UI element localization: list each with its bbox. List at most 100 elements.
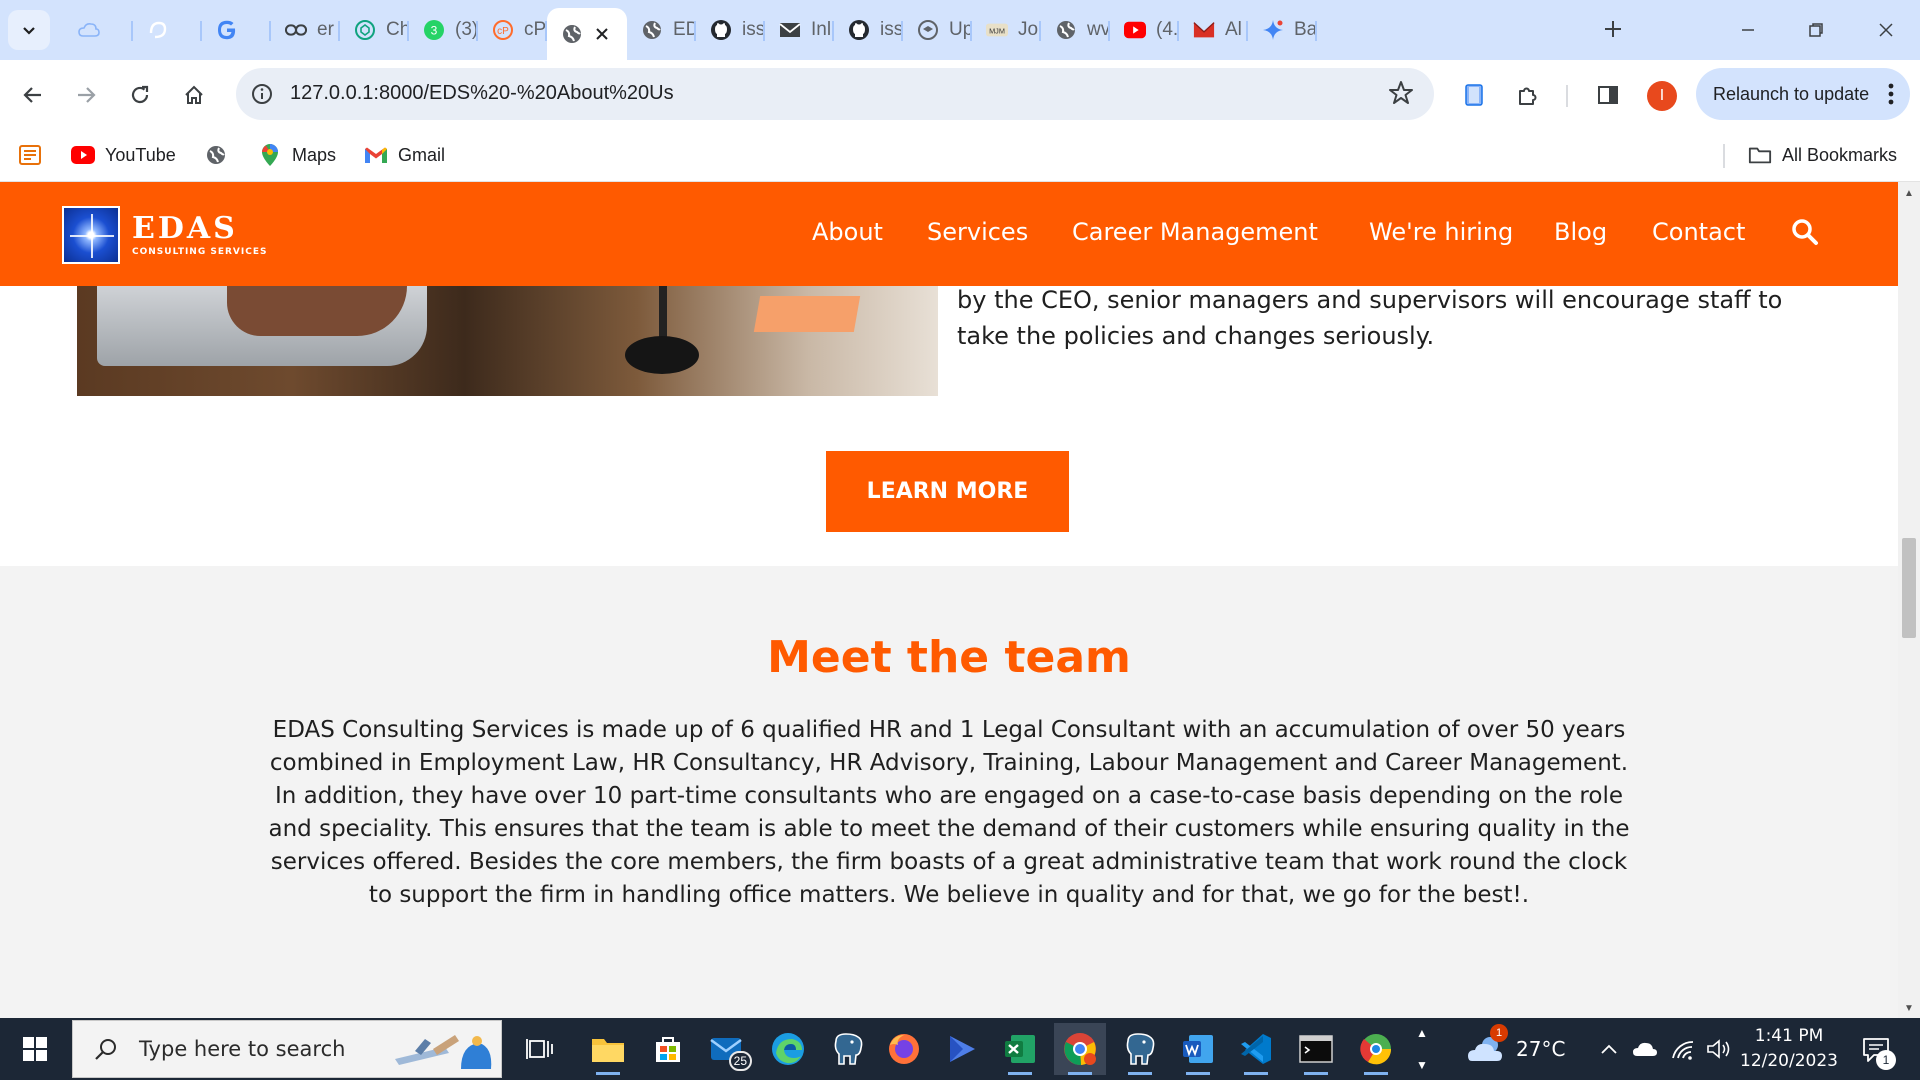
logo-tagline: CONSULTING SERVICES bbox=[132, 246, 268, 257]
tab-title: er bbox=[317, 19, 334, 40]
store-app[interactable] bbox=[642, 1023, 694, 1075]
nav-about[interactable]: About bbox=[812, 218, 883, 246]
upwork-icon bbox=[917, 19, 939, 41]
bookmarks-divider bbox=[1723, 144, 1725, 168]
tab[interactable]: Up bbox=[903, 8, 972, 52]
file-explorer-app[interactable] bbox=[582, 1023, 634, 1075]
relaunch-button[interactable]: Relaunch to update bbox=[1696, 68, 1910, 120]
firefox-app[interactable] bbox=[878, 1023, 930, 1075]
bookmark-star-button[interactable] bbox=[1388, 80, 1414, 111]
pgadmin-app-2[interactable] bbox=[1114, 1023, 1166, 1075]
address-url[interactable]: 127.0.0.1:8000/EDS%20-%20About%20Us bbox=[290, 82, 674, 105]
weather-temp: 27°C bbox=[1516, 1037, 1566, 1061]
arrow-right-icon bbox=[78, 87, 96, 103]
all-bookmarks-button[interactable]: All Bookmarks bbox=[1748, 142, 1897, 168]
tab[interactable] bbox=[133, 8, 202, 52]
chevron-down-icon[interactable]: ▼ bbox=[1416, 1058, 1428, 1072]
site-search-button[interactable] bbox=[1791, 218, 1821, 248]
extensions-button[interactable] bbox=[1510, 77, 1546, 113]
pgadmin-app[interactable] bbox=[822, 1023, 874, 1075]
scroll-down-icon[interactable]: ▼ bbox=[1904, 1003, 1914, 1014]
back-button[interactable] bbox=[15, 77, 51, 113]
tab[interactable]: Ch bbox=[340, 8, 409, 52]
site-info-button[interactable] bbox=[248, 80, 276, 108]
task-view-button[interactable] bbox=[514, 1023, 566, 1075]
home-button[interactable] bbox=[176, 77, 212, 113]
chevron-up-icon[interactable]: ▲ bbox=[1416, 1026, 1428, 1040]
tab[interactable] bbox=[64, 8, 133, 52]
edge-app[interactable] bbox=[762, 1023, 814, 1075]
restore-icon bbox=[1809, 23, 1823, 37]
envelope-icon bbox=[1193, 19, 1215, 41]
restore-button[interactable] bbox=[1786, 8, 1846, 52]
folder-icon bbox=[1748, 143, 1772, 167]
reading-mode-button[interactable] bbox=[1456, 77, 1492, 113]
nav-hiring[interactable]: We're hiring bbox=[1369, 218, 1513, 246]
terminal-app[interactable] bbox=[1290, 1023, 1342, 1075]
scroll-thumb[interactable] bbox=[1902, 538, 1916, 638]
taskbar-search-box[interactable]: Type here to search bbox=[72, 1020, 502, 1078]
mail-app[interactable]: 25 bbox=[702, 1023, 754, 1075]
tab[interactable]: (4. bbox=[1110, 8, 1179, 52]
power-automate-app[interactable] bbox=[936, 1023, 988, 1075]
lamp-base-shape bbox=[625, 336, 699, 374]
bookmark-maps[interactable]: Maps bbox=[258, 142, 336, 168]
tab[interactable]: Ba bbox=[1248, 8, 1317, 52]
close-tab-icon[interactable] bbox=[593, 25, 611, 43]
vscode-app[interactable] bbox=[1230, 1023, 1282, 1075]
tab[interactable]: Inl bbox=[765, 8, 834, 52]
notifications-button[interactable]: 1 bbox=[1856, 1030, 1896, 1070]
taskbar-scroll-arrows[interactable]: ▲ ▼ bbox=[1412, 1026, 1432, 1072]
hand-shape bbox=[227, 286, 407, 336]
bookmark-youtube[interactable]: YouTube bbox=[71, 142, 176, 168]
nav-blog[interactable]: Blog bbox=[1554, 218, 1607, 246]
tab[interactable]: MJM Jol bbox=[972, 8, 1041, 52]
excel-app[interactable] bbox=[994, 1023, 1046, 1075]
tab[interactable]: iss bbox=[696, 8, 765, 52]
tab[interactable]: 3 (3) bbox=[409, 8, 478, 52]
show-hidden-icons-button[interactable] bbox=[1594, 1034, 1624, 1064]
start-button[interactable] bbox=[0, 1018, 70, 1080]
jobs-icon: MJM bbox=[986, 19, 1008, 41]
taskbar-clock[interactable]: 1:41 PM 12/20/2023 bbox=[1737, 1024, 1841, 1074]
profile-avatar[interactable]: I bbox=[1647, 81, 1677, 111]
forward-button[interactable] bbox=[68, 77, 104, 113]
sticky-note-shape bbox=[753, 296, 861, 332]
all-bookmarks-label: All Bookmarks bbox=[1782, 144, 1898, 165]
nav-contact[interactable]: Contact bbox=[1652, 218, 1745, 246]
new-tab-button[interactable] bbox=[1596, 12, 1630, 46]
minimize-button[interactable] bbox=[1718, 8, 1778, 52]
bookmark-globe[interactable] bbox=[204, 142, 238, 168]
tab[interactable]: ED bbox=[627, 8, 696, 52]
address-bar[interactable]: 127.0.0.1:8000/EDS%20-%20About%20Us bbox=[236, 68, 1434, 120]
nav-career-management[interactable]: Career Management bbox=[1072, 218, 1318, 246]
tab[interactable]: iss bbox=[834, 8, 903, 52]
side-panel-button[interactable] bbox=[1590, 77, 1626, 113]
learn-more-button[interactable]: LEARN MORE bbox=[826, 451, 1069, 532]
volume-tray-button[interactable] bbox=[1704, 1034, 1734, 1064]
reload-button[interactable] bbox=[122, 77, 158, 113]
chrome-app[interactable] bbox=[1054, 1023, 1106, 1075]
team-title: Meet the team bbox=[767, 632, 1131, 683]
bookmark-apps[interactable] bbox=[18, 142, 52, 168]
scroll-up-icon[interactable]: ▲ bbox=[1904, 188, 1914, 199]
tab[interactable]: wv bbox=[1041, 8, 1110, 52]
tab[interactable] bbox=[202, 8, 271, 52]
chrome-canary-app[interactable] bbox=[1350, 1023, 1402, 1075]
wifi-tray-button[interactable] bbox=[1668, 1034, 1698, 1064]
bookmark-gmail[interactable]: Gmail bbox=[364, 142, 445, 168]
tab-list: er Ch 3 (3) cP cP ED iss Inl iss Up MJM Jol wv (4. Al Ba bbox=[64, 8, 1317, 60]
site-logo[interactable]: EDAS CONSULTING SERVICES bbox=[62, 206, 267, 264]
close-window-button[interactable] bbox=[1856, 8, 1916, 52]
tab[interactable]: er bbox=[271, 8, 340, 52]
tab[interactable]: Al bbox=[1179, 8, 1248, 52]
weather-widget[interactable]: 1 27°C bbox=[1466, 1024, 1566, 1070]
onedrive-tray-button[interactable] bbox=[1630, 1034, 1660, 1064]
page-scrollbar[interactable]: ▲ ▼ bbox=[1898, 182, 1920, 1018]
tab[interactable]: cP cP bbox=[478, 8, 547, 52]
word-app[interactable] bbox=[1172, 1023, 1224, 1075]
tab-search-button[interactable] bbox=[8, 10, 50, 50]
tab-active[interactable] bbox=[547, 8, 627, 60]
apps-icon bbox=[18, 143, 42, 167]
nav-services[interactable]: Services bbox=[927, 218, 1028, 246]
